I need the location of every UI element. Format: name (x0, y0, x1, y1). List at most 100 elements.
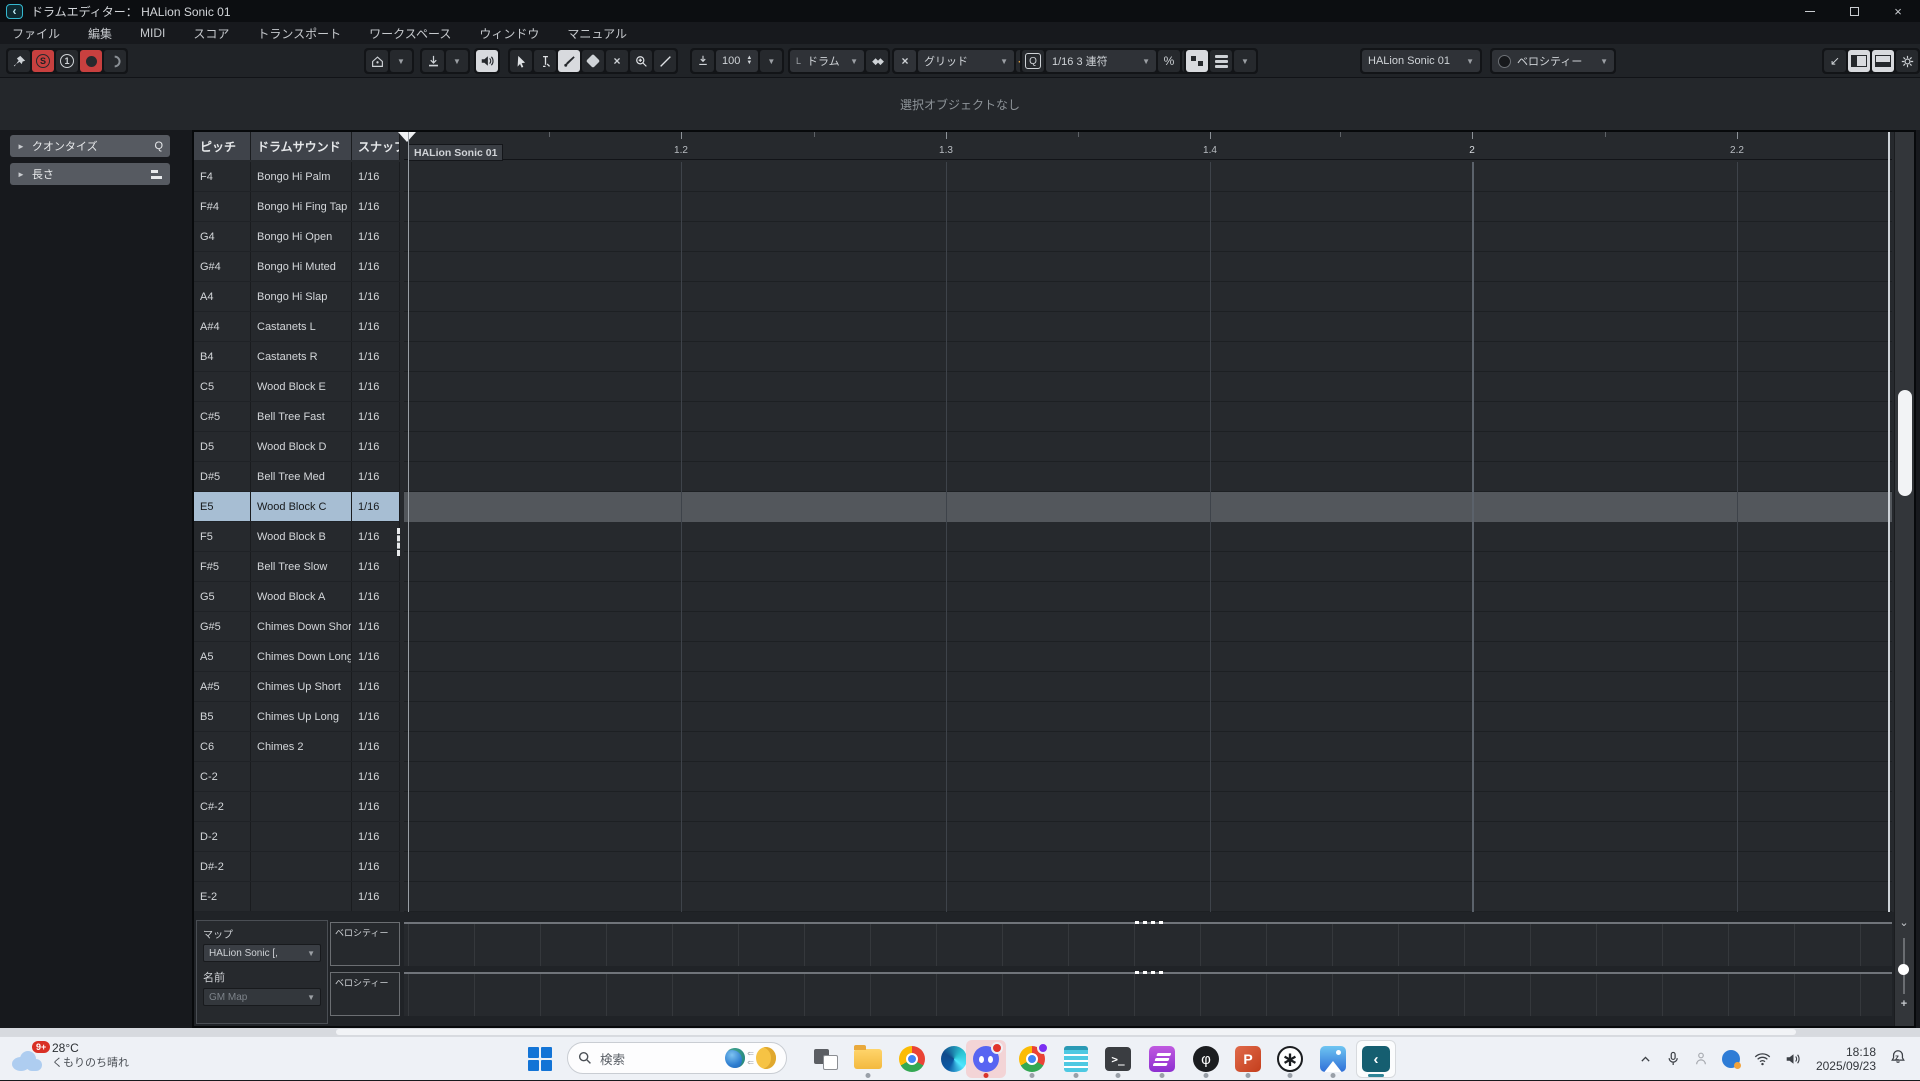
menu-スコア[interactable]: スコア (193, 25, 229, 42)
scroll-chevron-icon[interactable]: ⌄ (1894, 916, 1914, 929)
acoustic-feedback-icon[interactable] (104, 50, 126, 72)
taskbar-app-chrome[interactable] (892, 1040, 932, 1078)
grid-overlay-icon[interactable] (1186, 50, 1208, 72)
left-zone-toggle[interactable] (1848, 50, 1870, 72)
snap-type-select[interactable]: グリッド▼ (918, 50, 1014, 72)
vertical-zoom-knob[interactable] (1898, 964, 1909, 975)
name-select[interactable]: GM Map▼ (203, 988, 321, 1006)
taskbar-app-powerpoint[interactable]: P (1228, 1040, 1268, 1078)
collapse-arrow-icon[interactable]: ↙ (1824, 50, 1846, 72)
horizontal-scrollbar[interactable] (0, 1028, 1920, 1036)
sidebar-section-quantize[interactable]: ► クオンタイズ Q (10, 135, 170, 157)
taskbar-app-discord[interactable] (966, 1040, 1006, 1078)
drum-row-E5[interactable]: E5Wood Block C1/16 (194, 492, 400, 522)
taskbar-app-task-view[interactable] (806, 1040, 846, 1078)
drum-row-C6[interactable]: C6Chimes 21/16 (194, 732, 400, 762)
menu-トランスポート[interactable]: トランスポート (257, 25, 341, 42)
column-header-pitch[interactable]: ピッチ (194, 132, 251, 160)
drum-row-D#5[interactable]: D#5Bell Tree Med1/16 (194, 462, 400, 492)
drum-row-A5[interactable]: A5Chimes Down Long1/16 (194, 642, 400, 672)
lane-handle-dashes[interactable] (1135, 971, 1163, 974)
drum-row-G#4[interactable]: G#4Bongo Hi Muted1/16 (194, 252, 400, 282)
drum-row-C#-2[interactable]: C#-21/16 (194, 792, 400, 822)
velocity-lane-2[interactable] (404, 972, 1892, 1016)
insert-velocity-caret[interactable]: ▼ (760, 50, 782, 72)
drum-row-B4[interactable]: B4Castanets R1/16 (194, 342, 400, 372)
range-selection-tool[interactable] (534, 50, 556, 72)
autoscroll-caret[interactable]: ▼ (446, 50, 468, 72)
menu-ウィンドウ[interactable]: ウィンドウ (479, 25, 539, 42)
zoom-plus-button[interactable]: + (1894, 998, 1914, 1010)
taskbar-app-phi-app[interactable]: φ (1186, 1040, 1226, 1078)
playhead-marker[interactable] (398, 132, 416, 142)
note-grid[interactable] (404, 162, 1892, 912)
notification-bell-icon[interactable]: z (1890, 1049, 1906, 1070)
menu-ファイル[interactable]: ファイル (12, 25, 60, 42)
snap-toggle[interactable]: × (894, 50, 916, 72)
drum-row-D5[interactable]: D5Wood Block D1/16 (194, 432, 400, 462)
maximize-button[interactable] (1832, 0, 1876, 22)
vertical-scrollbar[interactable] (1894, 132, 1914, 1026)
timeline-ruler[interactable]: 1.21.31.422.2 (404, 132, 1892, 160)
start-button[interactable] (520, 1040, 560, 1078)
menu-MIDI[interactable]: MIDI (140, 26, 165, 40)
lane-label-velocity-1[interactable]: ベロシティー (330, 922, 400, 966)
taskbar-app-notepad[interactable] (1056, 1040, 1096, 1078)
drum-row-A4[interactable]: A4Bongo Hi Slap1/16 (194, 282, 400, 312)
taskbar-app-photos[interactable] (1313, 1040, 1353, 1078)
drum-row-B5[interactable]: B5Chimes Up Long1/16 (194, 702, 400, 732)
view-options-caret[interactable]: ▼ (390, 50, 412, 72)
solo-button[interactable]: S (32, 50, 54, 72)
taskbar-app-cubase[interactable]: ‹ (1356, 1040, 1396, 1078)
taskbar-app-chatgpt[interactable]: ∗ (1270, 1040, 1310, 1078)
drum-row-C-2[interactable]: C-21/16 (194, 762, 400, 792)
taskbar-app-terminal[interactable]: >_ (1098, 1040, 1138, 1078)
drum-row-A#4[interactable]: A#4Castanets L1/16 (194, 312, 400, 342)
layers-icon[interactable] (1210, 50, 1232, 72)
drum-row-G#5[interactable]: G#5Chimes Down Short1/16 (194, 612, 400, 642)
indicator-caret[interactable]: ▼ (1234, 50, 1256, 72)
clock[interactable]: 18:18 2025/09/23 (1816, 1045, 1876, 1073)
drum-row-G5[interactable]: G5Wood Block A1/16 (194, 582, 400, 612)
horizontal-scrollbar-thumb[interactable] (336, 1029, 1796, 1035)
column-header-drumsound[interactable]: ドラムサウンド (251, 132, 352, 160)
menu-ワークスペース[interactable]: ワークスペース (369, 25, 451, 42)
speaker-icon[interactable] (1785, 1052, 1802, 1066)
autoscroll-icon[interactable] (422, 50, 444, 72)
taskbar-app-chrome-profile[interactable] (1012, 1040, 1052, 1078)
setup-gear-icon[interactable] (1896, 50, 1918, 72)
vertical-scrollbar-thumb[interactable] (1898, 390, 1912, 496)
drum-row-F#5[interactable]: F#5Bell Tree Slow1/16 (194, 552, 400, 582)
drum-row-E-2[interactable]: E-21/16 (194, 882, 400, 912)
controller-lane-select[interactable]: ベロシティー ▼ (1492, 50, 1614, 72)
drum-row-C#5[interactable]: C#5Bell Tree Fast1/16 (194, 402, 400, 432)
colors-diamonds-icon[interactable]: ◆◆ (866, 50, 888, 72)
back-icon[interactable]: ‹ (6, 4, 23, 19)
account-cloud-icon[interactable] (1722, 1050, 1740, 1068)
event-colors-select[interactable]: L ドラム ▼ (790, 50, 864, 72)
drum-map-select[interactable]: HALion Sonic 01▼ (1362, 50, 1480, 72)
wifi-icon[interactable] (1754, 1052, 1771, 1066)
speaker-icon[interactable] (476, 50, 498, 72)
lane-label-velocity-2[interactable]: ベロシティー (330, 972, 400, 1016)
insert-velocity-spinner[interactable]: ▲▼ (746, 56, 752, 66)
drum-row-F5[interactable]: F5Wood Block B1/16 (194, 522, 400, 552)
drum-row-D-2[interactable]: D-21/16 (194, 822, 400, 852)
drum-row-A#5[interactable]: A#5Chimes Up Short1/16 (194, 672, 400, 702)
record-button[interactable] (80, 50, 102, 72)
drum-row-G4[interactable]: G4Bongo Hi Open1/16 (194, 222, 400, 252)
step-input-button[interactable]: 1 (56, 50, 78, 72)
iterative-quantize-icon[interactable]: % (1158, 50, 1180, 72)
search-box[interactable]: 検索 ⇐⇐ (567, 1042, 787, 1074)
hidden-icons-chevron[interactable] (1639, 1053, 1652, 1066)
insert-velocity-icon[interactable] (692, 50, 714, 72)
zoom-tool[interactable] (630, 50, 652, 72)
lane-handle-dashes[interactable] (1135, 921, 1163, 924)
close-button[interactable]: × (1876, 0, 1920, 22)
velocity-lane-1[interactable] (404, 922, 1892, 966)
quantize-q-icon[interactable]: Q (1022, 50, 1044, 72)
drum-row-D#-2[interactable]: D#-21/16 (194, 852, 400, 882)
column-header-snap[interactable]: スナップ (352, 132, 400, 160)
map-select[interactable]: HALion Sonic [,▼ (203, 944, 321, 962)
insert-velocity-value[interactable]: 100▲▼ (716, 50, 758, 72)
